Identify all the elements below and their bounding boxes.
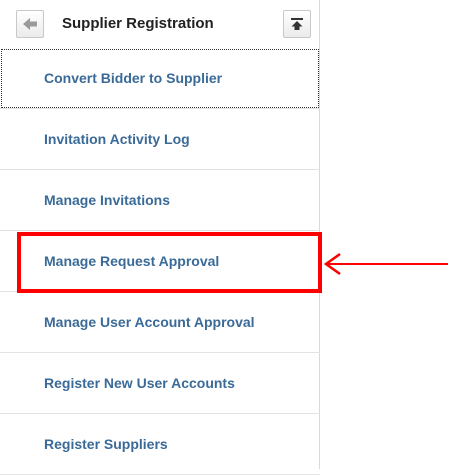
menu-item-convert-bidder-to-supplier[interactable]: Convert Bidder to Supplier (0, 48, 320, 109)
menu-item-label: Manage User Account Approval (44, 314, 255, 330)
menu-item-register-new-user-accounts[interactable]: Register New User Accounts (0, 353, 320, 414)
menu-item-label: Manage Request Approval (44, 253, 220, 269)
menu-item-manage-user-account-approval[interactable]: Manage User Account Approval (0, 292, 320, 353)
menu-item-manage-invitations[interactable]: Manage Invitations (0, 170, 320, 231)
menu-item-label: Register New User Accounts (44, 375, 235, 391)
menu-item-register-suppliers[interactable]: Register Suppliers (0, 414, 320, 475)
scroll-to-top-icon (291, 18, 303, 30)
menu-item-label: Convert Bidder to Supplier (44, 70, 223, 86)
menu-item-label: Invitation Activity Log (44, 131, 190, 147)
back-button[interactable] (16, 10, 44, 38)
panel-header: Supplier Registration (0, 0, 320, 48)
page-title: Supplier Registration (62, 15, 214, 32)
menu-item-label: Manage Invitations (44, 192, 171, 208)
scroll-to-top-button[interactable] (283, 10, 311, 38)
arrow-left-icon (323, 252, 448, 276)
menu-list: Convert Bidder to Supplier Invitation Ac… (0, 48, 320, 475)
menu-item-manage-request-approval[interactable]: Manage Request Approval (0, 231, 320, 292)
menu-item-invitation-activity-log[interactable]: Invitation Activity Log (0, 109, 320, 170)
navigation-panel: Supplier Registration Convert Bidder to … (0, 0, 320, 475)
arrow-left-icon (23, 18, 37, 30)
menu-item-label: Register Suppliers (44, 436, 168, 452)
